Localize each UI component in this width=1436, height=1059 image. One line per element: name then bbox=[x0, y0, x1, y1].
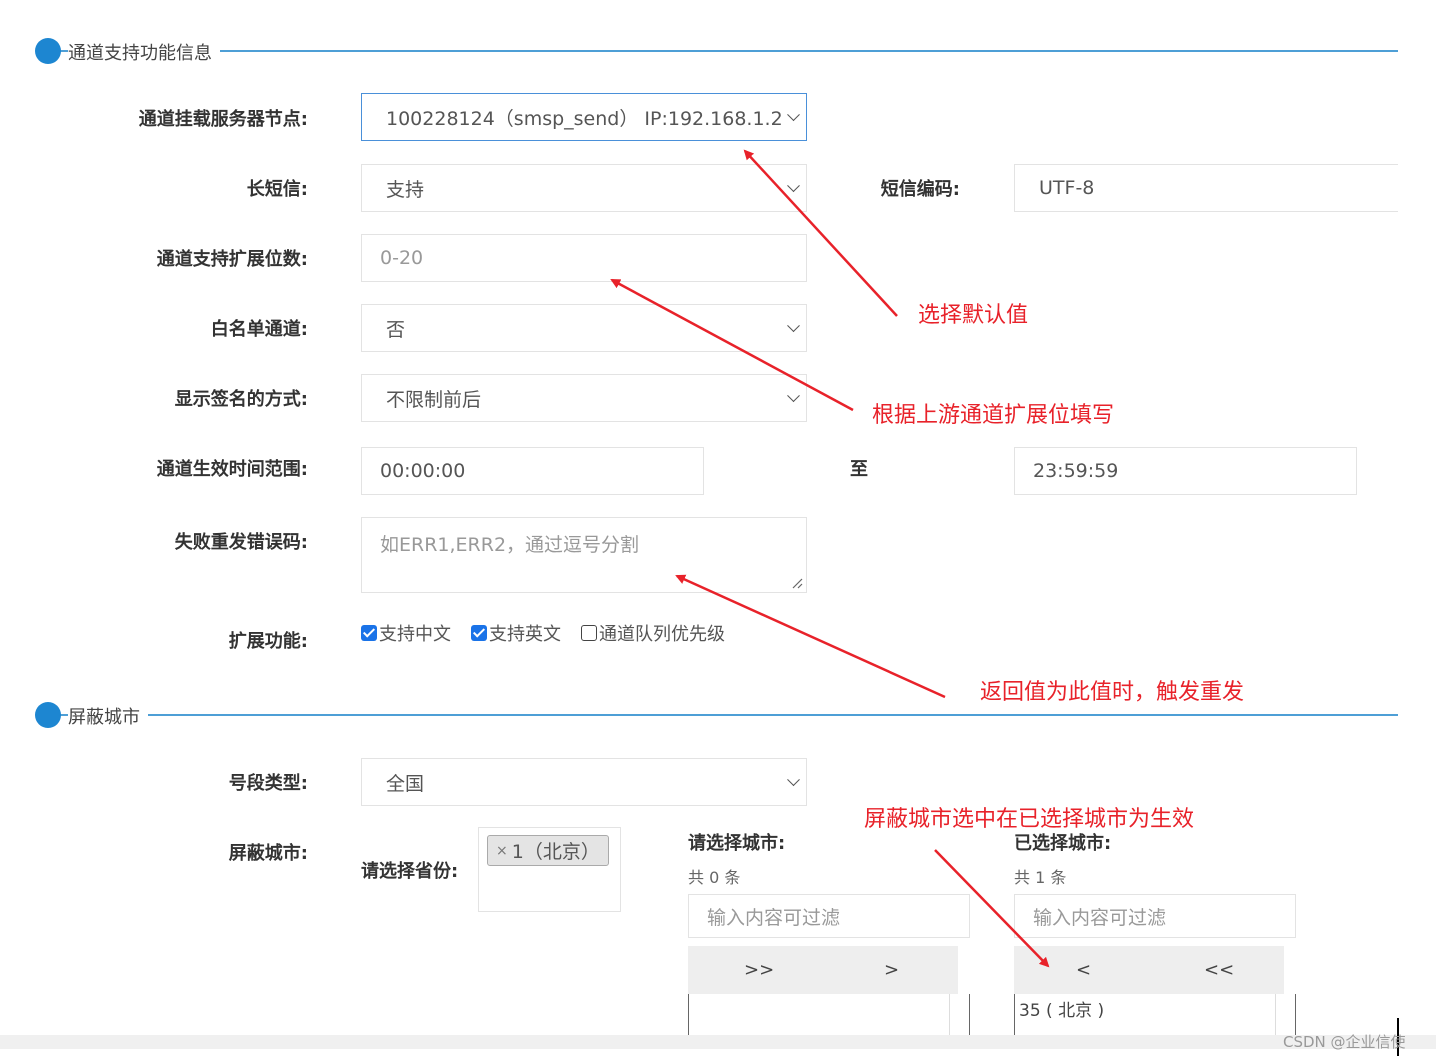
segment-type-select[interactable]: 全国 bbox=[361, 758, 807, 806]
sms-encoding-label: 短信编码: bbox=[880, 179, 960, 200]
section-title-blocked-cities: 屏蔽城市 bbox=[68, 703, 148, 729]
section-divider bbox=[60, 50, 1398, 52]
retry-codes-label: 失败重发错误码: bbox=[174, 532, 308, 553]
available-count: 共 0 条 bbox=[688, 868, 741, 887]
signature-mode-select[interactable]: 不限制前后 bbox=[361, 374, 807, 422]
annotation-ext-digits: 根据上游通道扩展位填写 bbox=[872, 403, 1115, 428]
watermark: CSDN @企业信使 bbox=[1283, 1033, 1406, 1051]
move-right-button[interactable]: > bbox=[884, 960, 899, 981]
list-item[interactable]: 35 ( 北京 ) bbox=[1019, 996, 1104, 1021]
long-sms-label: 长短信: bbox=[246, 179, 308, 200]
ext-digits-placeholder: 0-20 bbox=[380, 247, 424, 269]
ext-digits-label: 通道支持扩展位数: bbox=[156, 249, 308, 270]
available-cities-title: 请选择城市: bbox=[688, 833, 786, 854]
chevron-down-icon bbox=[787, 319, 800, 333]
resize-handle-icon[interactable] bbox=[791, 577, 803, 589]
checkbox-checked-icon[interactable] bbox=[471, 625, 487, 641]
whitelist-select[interactable]: 否 bbox=[361, 304, 807, 352]
time-end-value: 23:59:59 bbox=[1033, 460, 1119, 482]
checkbox-chinese-label: 支持中文 bbox=[379, 624, 451, 645]
province-tag[interactable]: × 1（北京） bbox=[487, 835, 609, 866]
section-dot-icon bbox=[35, 38, 61, 64]
chevron-down-icon bbox=[787, 389, 800, 403]
time-to-label: 至 bbox=[850, 459, 868, 480]
segment-type-label: 号段类型: bbox=[228, 773, 308, 794]
move-all-right-button[interactable]: >> bbox=[744, 960, 774, 981]
time-start-input[interactable]: 00:00:00 bbox=[361, 447, 704, 495]
selected-button-bar: < << bbox=[1014, 946, 1284, 994]
segment-type-value: 全国 bbox=[386, 772, 425, 795]
whitelist-value: 否 bbox=[386, 318, 406, 341]
sms-encoding-value: UTF-8 bbox=[1039, 177, 1095, 199]
available-filter-input[interactable]: 输入内容可过滤 bbox=[688, 894, 970, 938]
section-dot-icon bbox=[35, 702, 61, 728]
server-node-value: 100228124（smsp_send） IP:192.168.1.2 bbox=[386, 107, 783, 130]
available-button-bar: >> > bbox=[688, 946, 958, 994]
server-node-label: 通道挂载服务器节点: bbox=[138, 109, 308, 130]
checkbox-queue-priority-label: 通道队列优先级 bbox=[599, 624, 725, 645]
chevron-down-icon bbox=[787, 773, 800, 787]
selected-count: 共 1 条 bbox=[1014, 868, 1067, 887]
available-list[interactable] bbox=[688, 994, 970, 1035]
selected-filter-input[interactable]: 输入内容可过滤 bbox=[1014, 894, 1296, 938]
server-node-select[interactable]: 100228124（smsp_send） IP:192.168.1.2 bbox=[361, 93, 807, 141]
section-title-features: 通道支持功能信息 bbox=[68, 39, 220, 65]
chevron-down-icon bbox=[787, 179, 800, 193]
annotation-blocked-city: 屏蔽城市选中在已选择城市为生效 bbox=[864, 807, 1195, 832]
sms-encoding-input[interactable]: UTF-8 bbox=[1014, 164, 1398, 212]
remove-tag-icon[interactable]: × bbox=[496, 843, 508, 859]
ext-features-label: 扩展功能: bbox=[228, 631, 308, 652]
province-label: 请选择省份: bbox=[361, 861, 459, 882]
checkbox-english-label: 支持英文 bbox=[489, 624, 561, 645]
checkbox-chinese[interactable]: 支持中文 bbox=[361, 620, 451, 646]
effective-time-label: 通道生效时间范围: bbox=[156, 459, 308, 480]
province-tag-label: 1（北京） bbox=[511, 841, 600, 863]
annotation-retry: 返回值为此值时，触发重发 bbox=[980, 680, 1245, 705]
scrollbar[interactable] bbox=[1275, 994, 1285, 1035]
ext-features-group: 支持中文 支持英文 通道队列优先级 bbox=[361, 620, 745, 646]
checkbox-unchecked-icon[interactable] bbox=[581, 625, 597, 641]
checkbox-checked-icon[interactable] bbox=[361, 625, 377, 641]
whitelist-label: 白名单通道: bbox=[210, 319, 308, 340]
long-sms-select[interactable]: 支持 bbox=[361, 164, 807, 212]
selected-filter-placeholder: 输入内容可过滤 bbox=[1033, 906, 1167, 929]
retry-codes-textarea[interactable]: 如ERR1,ERR2，通过逗号分割 bbox=[361, 517, 807, 593]
checkbox-queue-priority[interactable]: 通道队列优先级 bbox=[581, 620, 725, 646]
move-all-left-button[interactable]: << bbox=[1204, 960, 1234, 981]
selected-list[interactable]: 35 ( 北京 ) bbox=[1014, 994, 1296, 1035]
ext-digits-input[interactable]: 0-20 bbox=[361, 234, 807, 282]
retry-codes-placeholder: 如ERR1,ERR2，通过逗号分割 bbox=[380, 534, 640, 556]
checkbox-english[interactable]: 支持英文 bbox=[471, 620, 561, 646]
signature-mode-value: 不限制前后 bbox=[386, 388, 482, 411]
long-sms-value: 支持 bbox=[386, 178, 425, 201]
blocked-city-label: 屏蔽城市: bbox=[228, 843, 308, 864]
annotation-default-value: 选择默认值 bbox=[918, 303, 1029, 328]
signature-mode-label: 显示签名的方式: bbox=[174, 389, 308, 410]
move-left-button[interactable]: < bbox=[1076, 960, 1091, 981]
scrollbar[interactable] bbox=[949, 994, 959, 1035]
time-start-value: 00:00:00 bbox=[380, 460, 466, 482]
scroll-strip bbox=[0, 1035, 1436, 1049]
chevron-down-icon bbox=[787, 108, 800, 122]
time-end-input[interactable]: 23:59:59 bbox=[1014, 447, 1357, 495]
section-divider bbox=[60, 714, 1398, 716]
available-filter-placeholder: 输入内容可过滤 bbox=[707, 906, 841, 929]
